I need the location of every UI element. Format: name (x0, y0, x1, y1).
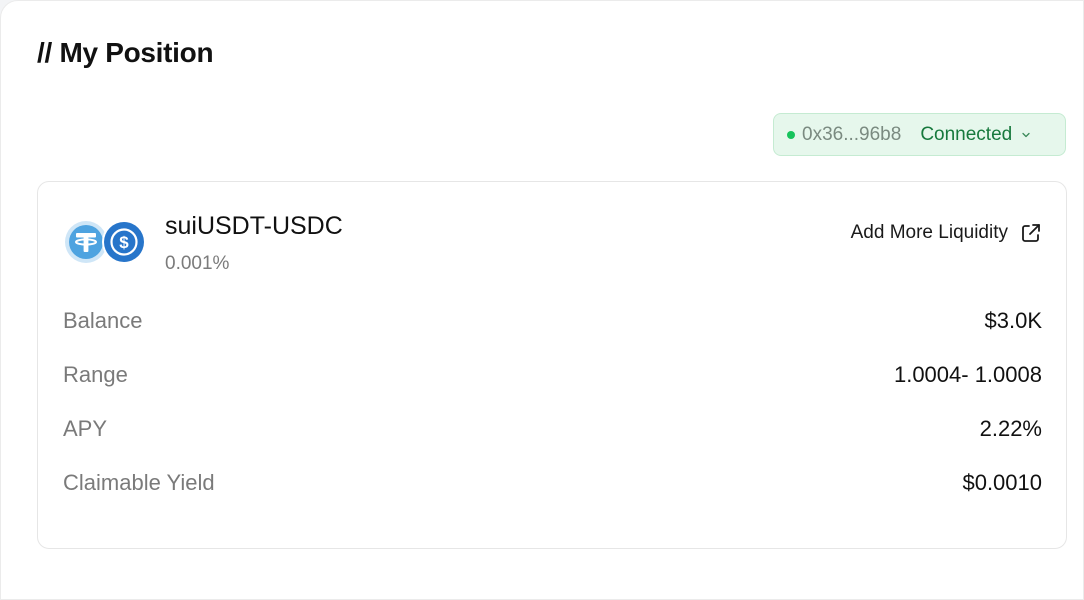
pair-name: suiUSDT-USDC (165, 212, 343, 240)
stat-row-apy: APY 2.22% (63, 414, 1042, 444)
stat-label: Claimable Yield (63, 470, 215, 495)
position-panel: // My Position 0x36...96b8 Connected $ s… (0, 0, 1084, 600)
wallet-address: 0x36...96b8 (802, 123, 902, 145)
wallet-connect-button[interactable]: 0x36...96b8 Connected (773, 113, 1066, 156)
stat-label: Balance (63, 308, 143, 333)
stat-value: 2.22% (979, 416, 1042, 441)
stat-row-range: Range 1.0004- 1.0008 (63, 360, 1042, 390)
stat-value: $3.0K (984, 308, 1043, 333)
add-more-liquidity-label: Add More Liquidity (850, 222, 1008, 243)
add-more-liquidity-link[interactable]: Add More Liquidity (851, 222, 1042, 244)
stat-row-balance: Balance $3.0K (63, 306, 1042, 336)
page-title: // My Position (37, 37, 214, 68)
connected-status-dot-icon (787, 130, 795, 139)
stat-value: 1.0004- 1.0008 (893, 362, 1042, 387)
fee-tier: 0.001% (165, 253, 230, 274)
token-pair-icons: $ (64, 220, 146, 266)
wallet-status: Connected (920, 123, 1013, 145)
chevron-down-icon (1022, 132, 1030, 137)
external-link-icon (1022, 224, 1040, 242)
svg-text:$: $ (119, 233, 129, 252)
stat-label: Range (63, 362, 128, 387)
position-card: $ suiUSDT-USDC 0.001% Add More Liquidity… (37, 181, 1067, 549)
stat-value: $0.0010 (962, 470, 1042, 495)
stat-row-claimable-yield: Claimable Yield $0.0010 (63, 468, 1042, 498)
usdc-icon: $ (102, 220, 146, 264)
stat-label: APY (63, 416, 108, 441)
